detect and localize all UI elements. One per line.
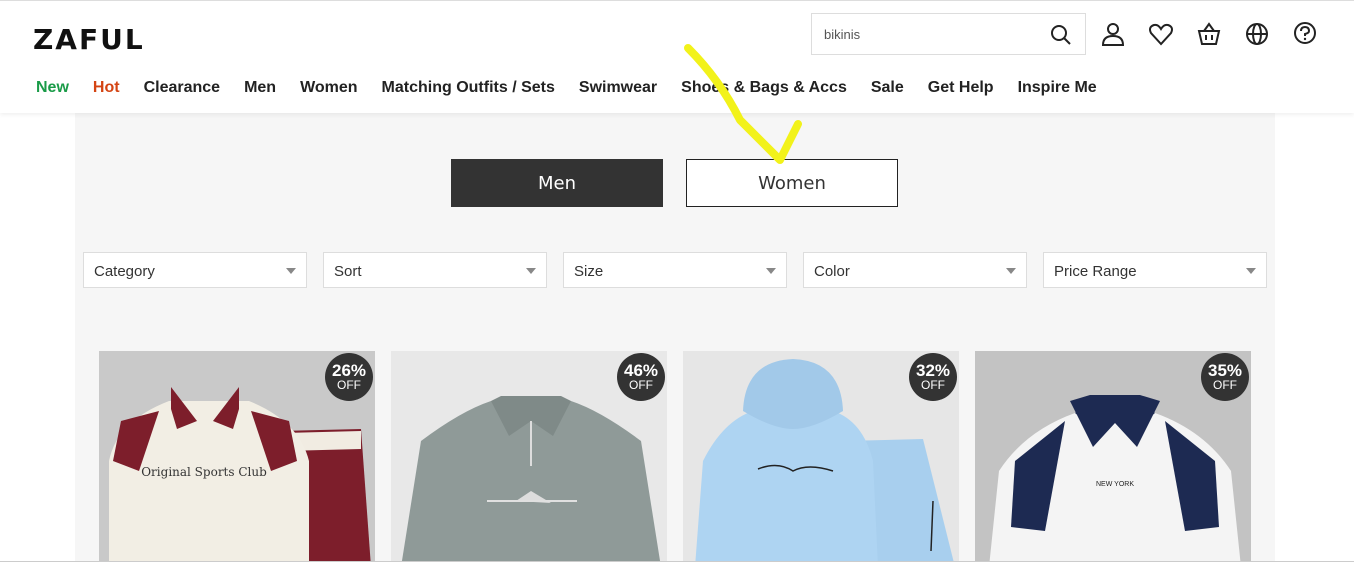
chevron-down-icon — [1006, 268, 1016, 274]
nav-inspire-me[interactable]: Inspire Me — [1018, 79, 1097, 97]
discount-off-label: OFF — [1213, 378, 1237, 392]
product-card[interactable]: 46% OFF — [391, 351, 667, 567]
nav-clearance[interactable]: Clearance — [144, 79, 221, 97]
category-filter[interactable]: Category — [83, 252, 307, 288]
size-filter-label: Size — [574, 263, 604, 280]
discount-percent: 32% — [915, 361, 951, 380]
nav-matching-outfits[interactable]: Matching Outfits / Sets — [382, 79, 555, 97]
chevron-down-icon — [1246, 268, 1256, 274]
sort-filter-label: Sort — [334, 263, 362, 280]
category-filter-label: Category — [94, 263, 155, 280]
price-range-filter[interactable]: Price Range — [1043, 252, 1267, 288]
nav-men[interactable]: Men — [244, 79, 276, 97]
heart-icon[interactable] — [1148, 21, 1174, 47]
discount-off-label: OFF — [921, 378, 945, 392]
nav-sale[interactable]: Sale — [871, 79, 904, 97]
nav-hot[interactable]: Hot — [93, 79, 120, 97]
page-bottom-edge — [0, 561, 1354, 567]
main-nav: New Hot Clearance Men Women Matching Out… — [36, 79, 1097, 97]
chevron-down-icon — [766, 268, 776, 274]
size-filter[interactable]: Size — [563, 252, 787, 288]
men-tab-button[interactable]: Men — [451, 159, 663, 207]
discount-off-label: OFF — [337, 378, 361, 392]
discount-badge: 35% OFF — [1201, 353, 1249, 401]
search-box — [811, 13, 1086, 55]
nav-swimwear[interactable]: Swimwear — [579, 79, 657, 97]
search-icon[interactable] — [1049, 23, 1073, 47]
color-filter-label: Color — [814, 263, 850, 280]
discount-off-label: OFF — [629, 378, 653, 392]
chevron-down-icon — [526, 268, 536, 274]
product-card[interactable]: NEW YORK 35% OFF — [975, 351, 1251, 567]
globe-icon[interactable] — [1244, 21, 1270, 47]
product-print-text: NEW YORK — [1096, 481, 1134, 488]
discount-percent: 46% — [623, 361, 659, 380]
site-header: ZAFUL New Hot Clearance Men Women Matchi — [0, 0, 1354, 113]
nav-new[interactable]: New — [36, 79, 69, 97]
nav-get-help[interactable]: Get Help — [928, 79, 994, 97]
main-content: Men Women Category Sort Size Color Price… — [75, 113, 1275, 567]
discount-badge: 32% OFF — [909, 353, 957, 401]
basket-icon[interactable] — [1196, 21, 1222, 47]
discount-percent: 26% — [331, 361, 367, 380]
color-filter[interactable]: Color — [803, 252, 1027, 288]
discount-badge: 26% OFF — [325, 353, 373, 401]
product-card[interactable]: Original Sports Club 26% OFF — [99, 351, 375, 567]
discount-badge: 46% OFF — [617, 353, 665, 401]
price-range-filter-label: Price Range — [1054, 263, 1137, 280]
nav-women[interactable]: Women — [300, 79, 357, 97]
help-icon[interactable] — [1292, 21, 1318, 47]
sort-filter[interactable]: Sort — [323, 252, 547, 288]
chevron-down-icon — [286, 268, 296, 274]
women-tab-button[interactable]: Women — [686, 159, 898, 207]
nav-shoes-bags-accs[interactable]: Shoes & Bags & Accs — [681, 79, 847, 97]
user-icon[interactable] — [1100, 21, 1126, 47]
search-input[interactable] — [824, 24, 1034, 44]
product-print-text: Original Sports Club — [141, 465, 267, 479]
discount-percent: 35% — [1207, 361, 1243, 380]
zaful-logo[interactable]: ZAFUL — [33, 23, 145, 56]
product-card[interactable]: 32% OFF — [683, 351, 959, 567]
